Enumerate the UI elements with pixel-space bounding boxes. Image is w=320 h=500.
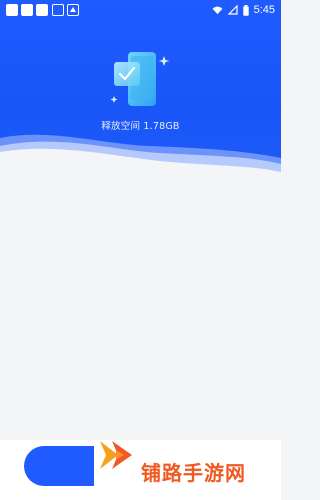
notification-icon — [6, 4, 18, 16]
watermark-text: 铺路手游网 — [141, 461, 246, 485]
status-time: 5:45 — [253, 4, 275, 16]
result-content-area — [0, 175, 281, 440]
notification-icon — [21, 4, 33, 16]
phone-check-icon — [110, 52, 170, 106]
battery-icon — [242, 4, 249, 16]
watermark-logo-icon — [100, 441, 132, 469]
notification-icon — [67, 4, 79, 16]
signal-icon — [227, 5, 238, 15]
notification-icon — [52, 4, 64, 16]
wave-divider — [0, 134, 281, 175]
status-bar: 5:45 — [0, 0, 281, 20]
action-button[interactable] — [24, 446, 94, 486]
notification-icon — [36, 4, 48, 16]
wifi-icon — [212, 6, 223, 14]
hero-header: 5:45 释放空间 1.78GB — [0, 0, 281, 175]
